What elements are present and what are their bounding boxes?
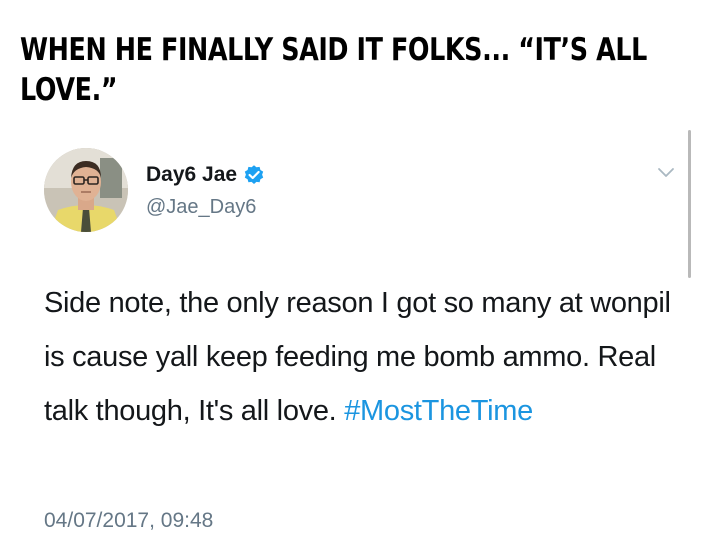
avatar[interactable] [44,148,128,232]
tweet-body: Side note, the only reason I got so many… [44,276,684,438]
tweet-display-name[interactable]: Day6 Jae [146,163,265,187]
meme-caption-text: WHEN HE FINALLY SAID IT FOLKS... “IT’S A… [20,32,647,108]
hashtag-link[interactable]: #MostTheTime [344,395,533,427]
meme-caption: WHEN HE FINALLY SAID IT FOLKS... “IT’S A… [20,30,647,110]
verified-badge-icon [243,164,265,186]
tweet-timestamp[interactable]: 04/07/2017, 09:48 [44,509,213,533]
avatar-photo-icon [44,148,128,232]
chevron-down-icon[interactable] [656,166,676,180]
tweet-handle[interactable]: @Jae_Day6 [146,196,256,219]
scrollbar[interactable] [688,130,691,278]
display-name-text: Day6 Jae [146,163,238,186]
